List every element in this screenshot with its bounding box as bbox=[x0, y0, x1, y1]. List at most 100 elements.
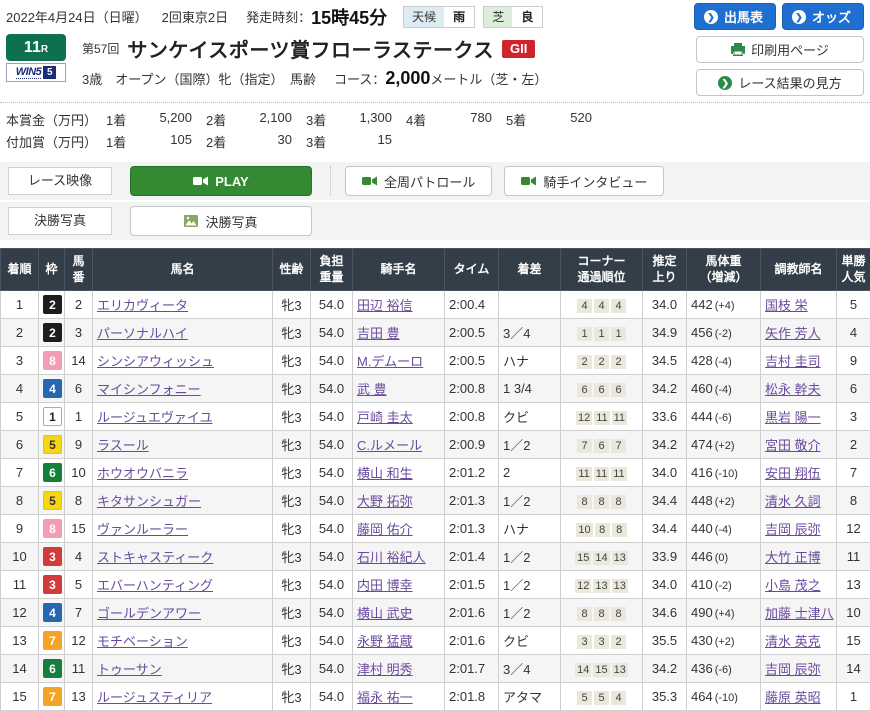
horse-name-cell: ストキャスティーク bbox=[93, 543, 273, 571]
jockey-name-link[interactable]: 大野 拓弥 bbox=[357, 494, 413, 509]
last-3f-time: 34.0 bbox=[643, 571, 687, 599]
corner-position-box: 7 bbox=[577, 439, 592, 453]
horse-name-link[interactable]: ヴァンルーラー bbox=[97, 522, 188, 537]
horse-name-link[interactable]: エリカヴィータ bbox=[97, 298, 188, 313]
carried-weight: 54.0 bbox=[311, 459, 353, 487]
jockey-name-link[interactable]: M.デムーロ bbox=[357, 354, 423, 369]
jockey-name-link[interactable]: 内田 博幸 bbox=[357, 578, 413, 593]
corner-position-box: 11 bbox=[594, 467, 609, 481]
trainer-name-link[interactable]: 藤原 英昭 bbox=[765, 690, 821, 705]
margin: 1／2 bbox=[499, 543, 561, 571]
jockey-cell: 福永 祐一 bbox=[353, 683, 445, 711]
horse-name-link[interactable]: シンシアウィッシュ bbox=[97, 354, 214, 369]
trainer-name-link[interactable]: 矢作 芳人 bbox=[765, 326, 821, 341]
jockey-name-link[interactable]: 石川 裕紀人 bbox=[357, 550, 426, 565]
jockey-name-link[interactable]: 藤岡 佑介 bbox=[357, 522, 413, 537]
trainer-name-link[interactable]: 清水 英克 bbox=[765, 634, 821, 649]
horse-name-link[interactable]: マイシンフォニー bbox=[97, 382, 201, 397]
finish-photo-strip: 決勝写真 決勝写真 bbox=[0, 202, 870, 240]
jockey-name-link[interactable]: 吉田 豊 bbox=[357, 326, 400, 341]
odds-button[interactable]: ❯ オッズ bbox=[782, 3, 864, 30]
trainer-name-link[interactable]: 宮田 敬介 bbox=[765, 438, 821, 453]
trainer-name-link[interactable]: 安田 翔伍 bbox=[765, 466, 821, 481]
finish-time: 2:01.3 bbox=[445, 487, 499, 515]
horse-name-link[interactable]: モチベーション bbox=[97, 634, 188, 649]
finish-photo-button[interactable]: 決勝写真 bbox=[130, 206, 312, 236]
jockey-name-link[interactable]: 福永 祐一 bbox=[357, 690, 413, 705]
race-number: 11 bbox=[24, 39, 41, 56]
horse-weight-value: 436 bbox=[691, 661, 713, 676]
prize-place: 2着 bbox=[206, 132, 240, 151]
corner-positions: 222 bbox=[561, 347, 643, 375]
horse-name-link[interactable]: キタサンシュガー bbox=[97, 494, 201, 509]
trainer-name-link[interactable]: 加藤 士津八 bbox=[765, 606, 834, 621]
horse-weight-value: 442 bbox=[691, 297, 713, 312]
trainer-name-link[interactable]: 吉村 圭司 bbox=[765, 354, 821, 369]
horse-name-link[interactable]: ゴールデンアワー bbox=[97, 606, 201, 621]
jockey-interview-button[interactable]: 騎手インタビュー bbox=[504, 166, 664, 196]
jockey-cell: 吉田 豊 bbox=[353, 319, 445, 347]
print-page-button[interactable]: 印刷用ページ bbox=[696, 36, 864, 63]
jockey-name-link[interactable]: 横山 和生 bbox=[357, 466, 413, 481]
trainer-cell: 清水 久詞 bbox=[761, 487, 837, 515]
horse-name-link[interactable]: ホウオウバニラ bbox=[97, 466, 188, 481]
jockey-cell: 永野 猛蔵 bbox=[353, 627, 445, 655]
carried-weight: 54.0 bbox=[311, 375, 353, 403]
play-button[interactable]: PLAY bbox=[130, 166, 312, 196]
trainer-name-link[interactable]: 黒岩 陽一 bbox=[765, 410, 821, 425]
entries-button[interactable]: ❯ 出馬表 bbox=[694, 3, 776, 30]
corner-position-box: 8 bbox=[594, 495, 609, 509]
corner-position-box: 14 bbox=[593, 551, 609, 565]
horse-name-link[interactable]: パーソナルハイ bbox=[97, 326, 188, 341]
jockey-cell: 横山 武史 bbox=[353, 599, 445, 627]
trainer-name-link[interactable]: 国枝 栄 bbox=[765, 298, 808, 313]
horse-name-link[interactable]: エバーハンティング bbox=[97, 578, 213, 593]
bracket-badge: 1 bbox=[43, 407, 62, 426]
prize-pair: 4着780 bbox=[406, 110, 506, 129]
column-header: 馬名 bbox=[93, 249, 273, 291]
horse-name-cell: エリカヴィータ bbox=[93, 291, 273, 319]
jockey-name-link[interactable]: 戸崎 圭太 bbox=[357, 410, 413, 425]
finish-position: 12 bbox=[1, 599, 39, 627]
trainer-name-link[interactable]: 吉岡 辰弥 bbox=[765, 522, 821, 537]
jockey-name-link[interactable]: 永野 猛蔵 bbox=[357, 634, 413, 649]
last-3f-time: 33.6 bbox=[643, 403, 687, 431]
trainer-name-link[interactable]: 小島 茂之 bbox=[765, 578, 821, 593]
corner-position-box: 8 bbox=[577, 607, 592, 621]
added-prize-values: 1着1052着303着15 bbox=[106, 132, 406, 151]
column-header: 単勝人気 bbox=[837, 249, 870, 291]
trainer-name-link[interactable]: 清水 久詞 bbox=[765, 494, 821, 509]
jockey-name-link[interactable]: 田辺 裕信 bbox=[357, 298, 413, 313]
finish-time: 2:00.5 bbox=[445, 347, 499, 375]
patrol-video-button[interactable]: 全周パトロール bbox=[345, 166, 492, 196]
bracket-number: 4 bbox=[39, 599, 65, 627]
bracket-badge: 6 bbox=[43, 659, 62, 678]
finish-time: 2:00.8 bbox=[445, 403, 499, 431]
video-camera-icon bbox=[521, 175, 536, 187]
bracket-number: 5 bbox=[39, 431, 65, 459]
jockey-name-link[interactable]: 横山 武史 bbox=[357, 606, 413, 621]
win-popularity: 5 bbox=[837, 291, 870, 319]
sex-age: 牝3 bbox=[273, 319, 311, 347]
sex-age: 牝3 bbox=[273, 431, 311, 459]
jockey-name-link[interactable]: 武 豊 bbox=[357, 382, 387, 397]
horse-name-link[interactable]: ストキャスティーク bbox=[97, 550, 213, 565]
trainer-cell: 小島 茂之 bbox=[761, 571, 837, 599]
horse-name-cell: ルージュスティリア bbox=[93, 683, 273, 711]
trainer-name-link[interactable]: 大竹 正博 bbox=[765, 550, 821, 565]
table-row: 446マイシンフォニー牝354.0武 豊2:00.81 3/466634.246… bbox=[1, 375, 870, 403]
sex-age: 牝3 bbox=[273, 375, 311, 403]
corner-positions: 151413 bbox=[561, 543, 643, 571]
horse-name-link[interactable]: ルージュスティリア bbox=[97, 690, 212, 705]
horse-number: 2 bbox=[65, 291, 93, 319]
finish-position: 6 bbox=[1, 431, 39, 459]
jockey-name-link[interactable]: C.ルメール bbox=[357, 438, 422, 453]
trainer-name-link[interactable]: 松永 幹夫 bbox=[765, 382, 821, 397]
horse-name-link[interactable]: ルージュエヴァイユ bbox=[97, 410, 213, 425]
horse-name-link[interactable]: ラスール bbox=[97, 438, 149, 453]
result-guide-button[interactable]: ❯ レース結果の見方 bbox=[696, 69, 864, 96]
corner-position-box: 8 bbox=[612, 523, 627, 537]
bracket-badge: 5 bbox=[43, 435, 62, 454]
prize-pair: 3着15 bbox=[306, 132, 406, 151]
margin: 1／2 bbox=[499, 571, 561, 599]
